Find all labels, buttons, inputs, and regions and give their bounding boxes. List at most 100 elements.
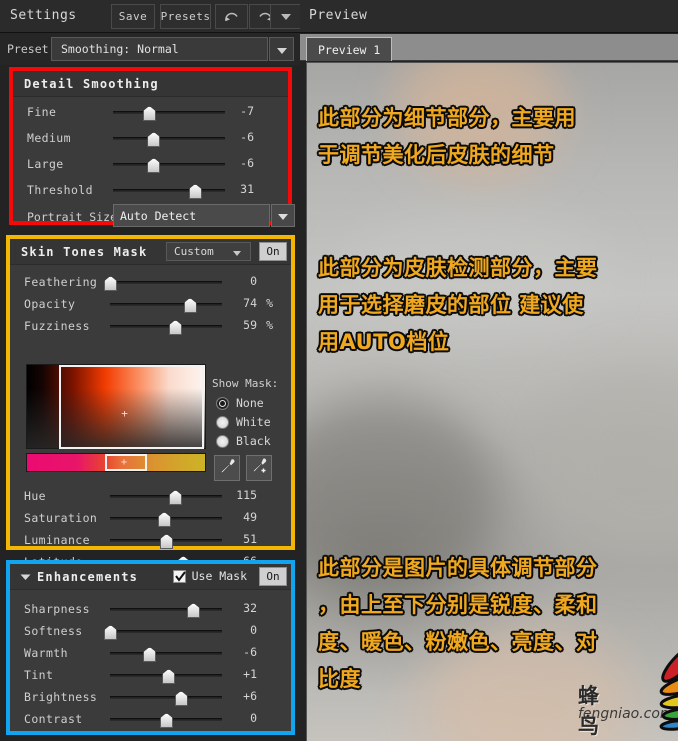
slider-knob[interactable] xyxy=(142,106,156,121)
slider-knob[interactable] xyxy=(147,158,161,173)
slider-knob[interactable] xyxy=(174,691,188,706)
slider-track[interactable] xyxy=(113,158,225,173)
skin-tones-mode-dropdown-button[interactable] xyxy=(229,242,245,261)
slider-row-fuzziness[interactable]: Fuzziness 59 % xyxy=(10,315,291,337)
slider-row-medium[interactable]: Medium -6 xyxy=(13,127,288,149)
slider-knob[interactable] xyxy=(160,713,173,728)
enhancements-on-toggle[interactable]: On xyxy=(259,567,287,586)
slider-track[interactable] xyxy=(110,647,222,662)
slider-value: +6 xyxy=(243,689,257,703)
settings-more-button[interactable] xyxy=(270,4,300,29)
slider-row-tint[interactable]: Tint +1 xyxy=(10,664,291,686)
portrait-size-label: Portrait Size xyxy=(27,210,118,224)
slider-knob[interactable] xyxy=(160,534,173,549)
slider-row-contrast[interactable]: Contrast 0 xyxy=(10,708,291,730)
slider-value: 49 xyxy=(243,510,257,524)
eyedropper-button[interactable] xyxy=(214,455,240,481)
slider-track[interactable] xyxy=(110,669,222,684)
detail-smoothing-header: Detail Smoothing xyxy=(13,71,288,97)
radio-label: Black xyxy=(236,434,271,448)
slider-row-brightness[interactable]: Brightness +6 xyxy=(10,686,291,708)
slider-label: Tint xyxy=(24,668,54,682)
preset-select[interactable]: Smoothing: Normal xyxy=(51,37,268,61)
slider-knob[interactable] xyxy=(186,603,200,618)
slider-row-fine[interactable]: Fine -7 xyxy=(13,101,288,123)
slider-track[interactable] xyxy=(110,298,222,313)
slider-knob[interactable] xyxy=(104,276,117,291)
slider-knob[interactable] xyxy=(162,669,176,684)
preview-panel-title: Preview xyxy=(309,8,368,23)
slider-track[interactable] xyxy=(104,625,222,640)
skin-tones-mask-title: Skin Tones Mask xyxy=(21,244,148,259)
caret-down-icon[interactable] xyxy=(20,573,31,581)
presets-button[interactable]: Presets xyxy=(160,4,211,29)
undo-button[interactable] xyxy=(215,4,248,29)
radio-show-mask-black[interactable]: Black xyxy=(216,434,271,448)
slider-track[interactable] xyxy=(110,534,222,549)
portrait-size-dropdown-button[interactable] xyxy=(271,204,295,227)
slider-track[interactable] xyxy=(113,184,225,199)
settings-titlebar: Settings Save Presets xyxy=(0,0,300,33)
slider-row-opacity[interactable]: Opacity 74 % xyxy=(10,293,291,315)
slider-label: Threshold xyxy=(27,183,93,197)
color-field-selection[interactable] xyxy=(59,365,204,449)
slider-track[interactable] xyxy=(104,276,222,291)
save-button[interactable]: Save xyxy=(111,4,155,29)
slider-row-sharpness[interactable]: Sharpness 32 xyxy=(10,598,291,620)
color-field-crosshair: + xyxy=(121,407,128,420)
slider-value: 0 xyxy=(250,623,257,637)
slider-label: Warmth xyxy=(24,646,68,660)
slider-row-large[interactable]: Large -6 xyxy=(13,153,288,175)
slider-label: Hue xyxy=(24,489,46,503)
slider-knob[interactable] xyxy=(168,320,182,335)
slider-track[interactable] xyxy=(110,490,222,505)
slider-knob[interactable] xyxy=(147,132,161,147)
slider-knob[interactable] xyxy=(157,512,171,527)
eyedropper-add-icon xyxy=(250,457,268,479)
slider-knob[interactable] xyxy=(143,647,157,662)
radio-label: White xyxy=(236,415,271,429)
slider-knob[interactable] xyxy=(168,490,182,505)
slider-row-hue[interactable]: Hue 115 xyxy=(10,485,291,507)
skin-tones-mask-header: Skin Tones Mask Custom On xyxy=(10,239,291,265)
feather-bird-logo-icon xyxy=(650,640,678,741)
portrait-size-select[interactable]: Auto Detect xyxy=(113,204,270,227)
slider-track[interactable] xyxy=(113,132,225,147)
slider-row-warmth[interactable]: Warmth -6 xyxy=(10,642,291,664)
use-mask-checkbox[interactable]: Use Mask xyxy=(172,569,247,583)
slider-row-luminance[interactable]: Luminance 51 xyxy=(10,529,291,551)
preset-dropdown-button[interactable] xyxy=(269,37,294,61)
preview-titlebar: Preview xyxy=(300,0,678,33)
skin-tone-color-field[interactable]: + xyxy=(26,364,206,449)
radio-label: None xyxy=(236,396,264,410)
slider-track[interactable] xyxy=(110,691,222,706)
slider-unit: % xyxy=(266,296,273,310)
enhancements-header[interactable]: Enhancements Use Mask On xyxy=(10,564,291,590)
slider-label: Luminance xyxy=(24,533,90,547)
slider-value: 115 xyxy=(236,488,257,502)
hue-strip[interactable]: + xyxy=(26,453,206,472)
slider-row-feathering[interactable]: Feathering 0 xyxy=(10,271,291,293)
skin-tones-on-toggle[interactable]: On xyxy=(259,242,287,261)
radio-show-mask-white[interactable]: White xyxy=(216,415,271,429)
eyedropper-icon xyxy=(218,457,236,479)
slider-row-threshold[interactable]: Threshold 31 xyxy=(13,179,288,201)
slider-knob[interactable] xyxy=(183,298,197,313)
slider-track[interactable] xyxy=(113,106,225,121)
slider-track[interactable] xyxy=(110,320,222,335)
eyedropper-add-button[interactable] xyxy=(246,455,272,481)
slider-row-saturation[interactable]: Saturation 49 xyxy=(10,507,291,529)
chevron-down-icon xyxy=(232,242,242,261)
slider-knob[interactable] xyxy=(188,184,202,199)
tab-preview-1[interactable]: Preview 1 xyxy=(306,37,393,61)
slider-knob[interactable] xyxy=(104,625,117,640)
radio-show-mask-none[interactable]: None xyxy=(216,396,264,410)
slider-label: Medium xyxy=(27,131,71,145)
portrait-size-row: Portrait Size Auto Detect xyxy=(13,204,295,230)
checkbox-checked-icon[interactable] xyxy=(172,569,186,583)
slider-track[interactable] xyxy=(110,603,222,618)
slider-track[interactable] xyxy=(110,512,222,527)
show-mask-label: Show Mask: xyxy=(212,377,279,390)
slider-track[interactable] xyxy=(110,713,222,728)
slider-row-softness[interactable]: Softness 0 xyxy=(10,620,291,642)
